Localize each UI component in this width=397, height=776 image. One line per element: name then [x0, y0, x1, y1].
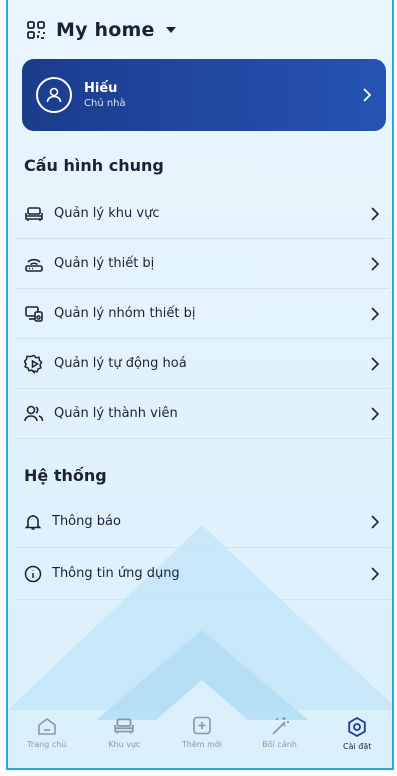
system-settings-list: Thông báo Thông tin ứng dụng	[16, 496, 390, 600]
add-square-icon	[191, 716, 213, 736]
tab-areas[interactable]: Khu vực	[89, 716, 159, 749]
members-icon	[24, 405, 44, 423]
menu-item-label: Quản lý tự động hoá	[54, 356, 187, 371]
bottom-tab-bar: Trang chủ Khu vực Thêm mới Bối cảnh Cài …	[8, 706, 392, 768]
chevron-right-icon	[371, 356, 380, 371]
home-icon	[36, 716, 58, 736]
sofa-icon	[113, 716, 135, 736]
tab-settings[interactable]: Cài đặt	[322, 716, 392, 751]
menu-item-notifications[interactable]: Thông báo	[16, 496, 390, 548]
chevron-right-icon	[362, 87, 372, 103]
info-icon	[24, 565, 42, 583]
menu-item-label: Thông báo	[52, 514, 121, 529]
chevron-right-icon	[371, 406, 380, 421]
user-icon	[36, 77, 72, 113]
menu-item-label: Quản lý thành viên	[54, 406, 178, 421]
automation-gear-icon	[24, 354, 44, 374]
home-name[interactable]: My home	[56, 19, 155, 41]
section-title-system: Hệ thống	[24, 466, 107, 485]
chevron-right-icon	[371, 306, 380, 321]
home-selector[interactable]: My home	[26, 14, 177, 46]
general-settings-list: Quản lý khu vực Quản lý thiết bị Quản lý…	[16, 189, 390, 439]
tab-label: Trang chủ	[27, 740, 67, 749]
chevron-right-icon	[371, 206, 380, 221]
menu-item-area-management[interactable]: Quản lý khu vực	[16, 189, 390, 239]
chevron-right-icon	[371, 256, 380, 271]
tab-label: Cài đặt	[342, 742, 372, 751]
tab-label: Khu vực	[108, 740, 141, 749]
settings-screen: My home Hiếu Chủ nhà Cấu hình chung Quản…	[6, 0, 394, 770]
qr-scan-icon[interactable]	[26, 20, 46, 40]
router-icon	[24, 255, 44, 273]
section-title-general: Cấu hình chung	[24, 156, 164, 175]
menu-item-label: Quản lý khu vực	[54, 206, 160, 221]
device-group-icon	[24, 305, 44, 323]
chevron-right-icon	[371, 566, 380, 581]
caret-down-icon[interactable]	[165, 25, 177, 35]
tab-home[interactable]: Trang chủ	[12, 716, 82, 749]
profile-name: Hiếu	[84, 81, 118, 96]
profile-role: Chủ nhà	[84, 98, 126, 109]
menu-item-device-group-management[interactable]: Quản lý nhóm thiết bị	[16, 289, 390, 339]
menu-item-automation-management[interactable]: Quản lý tự động hoá	[16, 339, 390, 389]
tab-add-new[interactable]: Thêm mới	[167, 716, 237, 749]
tab-scenes[interactable]: Bối cảnh	[245, 716, 315, 749]
tab-label: Thêm mới	[181, 740, 223, 749]
magic-wand-icon	[269, 716, 291, 736]
chevron-right-icon	[371, 514, 380, 529]
tab-label: Bối cảnh	[262, 740, 297, 749]
settings-hex-icon	[346, 716, 368, 738]
menu-item-member-management[interactable]: Quản lý thành viên	[16, 389, 390, 439]
bell-icon	[24, 513, 42, 531]
menu-item-label: Thông tin ứng dụng	[52, 566, 180, 581]
menu-item-app-info[interactable]: Thông tin ứng dụng	[16, 548, 390, 600]
sofa-icon	[24, 205, 44, 223]
profile-card[interactable]: Hiếu Chủ nhà	[22, 59, 386, 131]
menu-item-label: Quản lý nhóm thiết bị	[54, 306, 196, 321]
menu-item-label: Quản lý thiết bị	[54, 256, 155, 271]
menu-item-device-management[interactable]: Quản lý thiết bị	[16, 239, 390, 289]
